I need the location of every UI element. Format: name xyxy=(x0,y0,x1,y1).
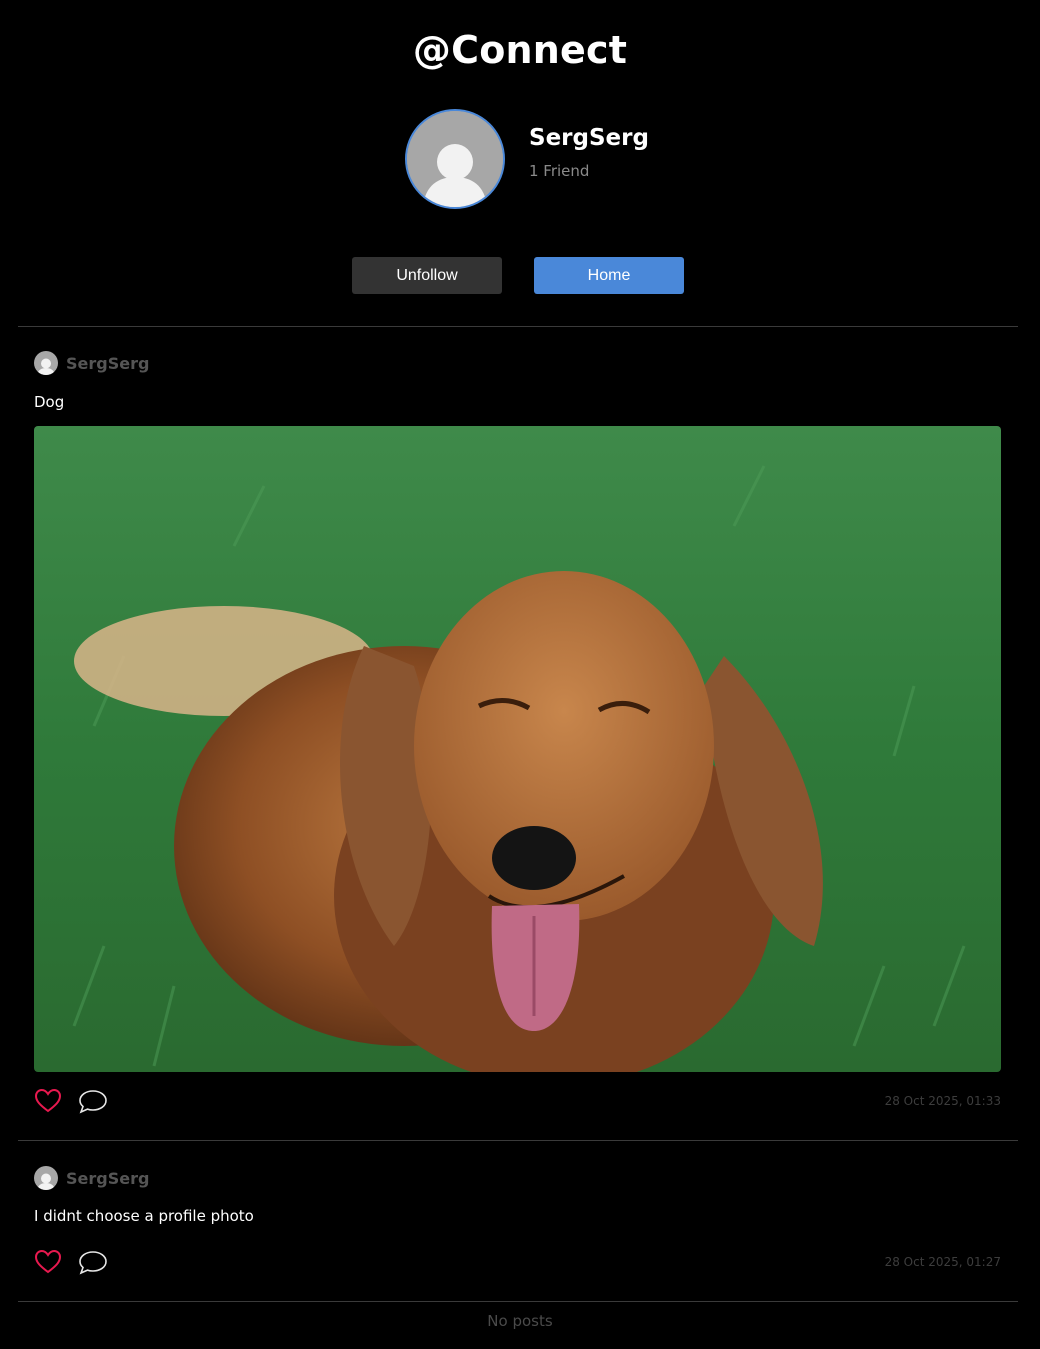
post-text: I didnt choose a profile photo xyxy=(34,1207,254,1225)
profile-header: SergSerg 1 Friend xyxy=(405,109,705,209)
unfollow-button[interactable]: Unfollow xyxy=(352,257,502,294)
post-text: Dog xyxy=(34,393,65,411)
divider xyxy=(18,326,1018,327)
divider xyxy=(18,1140,1018,1141)
post-author-avatar xyxy=(34,351,58,375)
heart-icon[interactable] xyxy=(34,1087,62,1115)
dog-photo xyxy=(34,426,1001,1072)
heart-icon[interactable] xyxy=(34,1248,62,1276)
post-actions: 28 Oct 2025, 01:27 xyxy=(34,1248,1001,1278)
post-actions: 28 Oct 2025, 01:33 xyxy=(34,1087,1001,1117)
divider xyxy=(18,1301,1018,1302)
app-title: @Connect xyxy=(412,28,628,72)
post-author-avatar xyxy=(34,1166,58,1190)
default-avatar-icon xyxy=(37,358,55,375)
profile-avatar xyxy=(405,109,505,209)
empty-feed-note: No posts xyxy=(487,1312,553,1330)
comment-icon[interactable] xyxy=(78,1087,108,1115)
post-author[interactable]: SergSerg xyxy=(66,354,149,373)
post-timestamp: 28 Oct 2025, 01:27 xyxy=(884,1255,1001,1269)
home-button[interactable]: Home xyxy=(534,257,684,294)
post-timestamp: 28 Oct 2025, 01:33 xyxy=(884,1094,1001,1108)
post-author[interactable]: SergSerg xyxy=(66,1169,149,1188)
default-avatar-icon xyxy=(37,1173,55,1190)
friend-count: 1 Friend xyxy=(529,162,590,180)
default-avatar-icon xyxy=(407,111,503,207)
post-header: SergSerg xyxy=(34,351,334,375)
post-image[interactable] xyxy=(34,426,1001,1072)
profile-name: SergSerg xyxy=(529,125,649,151)
comment-icon[interactable] xyxy=(78,1248,108,1276)
post-header: SergSerg xyxy=(34,1166,334,1190)
